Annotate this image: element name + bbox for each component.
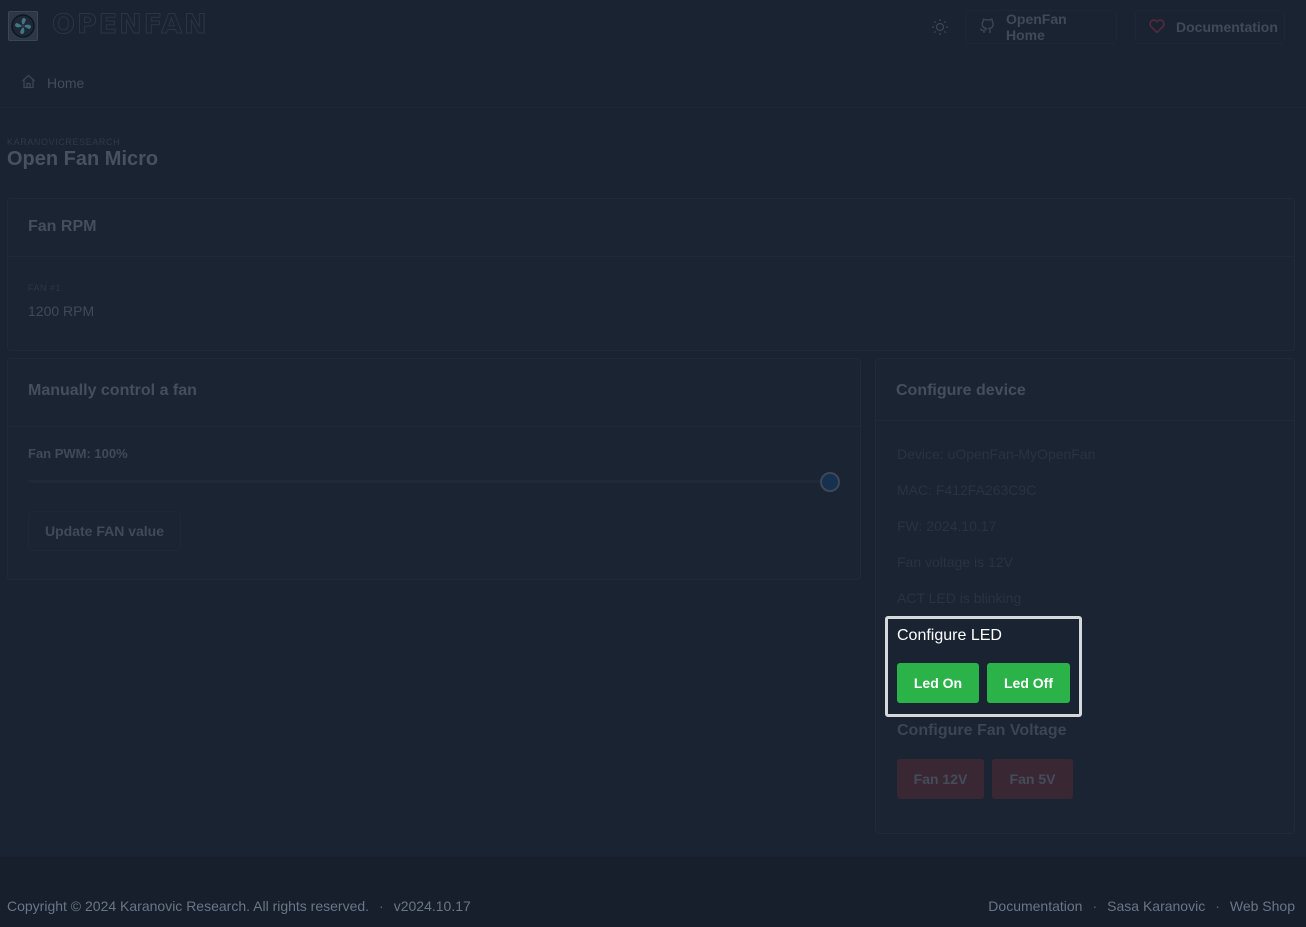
nav-openfan-home[interactable]: OpenFan Home bbox=[965, 10, 1117, 44]
nav-openfan-home-label: OpenFan Home bbox=[1006, 11, 1067, 43]
organization-label: KARANOVICRESEARCH bbox=[7, 137, 121, 147]
breadcrumb-home[interactable]: Home bbox=[20, 73, 84, 93]
footer-link-documentation[interactable]: Documentation bbox=[988, 898, 1082, 914]
card-divider bbox=[8, 426, 860, 427]
fan-rpm-card: Fan RPM FAN #1 1200 RPM bbox=[7, 198, 1295, 351]
device-name-info: Device: uOpenFan-MyOpenFan bbox=[897, 446, 1096, 462]
configure-led-title: Configure LED bbox=[897, 627, 1002, 644]
home-icon bbox=[20, 73, 37, 93]
firmware-info: FW: 2024.10.17 bbox=[897, 518, 997, 534]
card-divider bbox=[8, 256, 1294, 257]
fan-voltage-info: Fan voltage is 12V bbox=[897, 554, 1013, 570]
fan-pwm-label: Fan PWM: 100% bbox=[28, 446, 128, 461]
footer-link-web-shop[interactable]: Web Shop bbox=[1230, 898, 1295, 914]
pwm-slider-thumb[interactable] bbox=[820, 472, 840, 492]
github-icon bbox=[978, 17, 996, 38]
fan-1-label: FAN #1 bbox=[28, 283, 62, 293]
brand-logo[interactable]: OPENFAN bbox=[52, 9, 209, 41]
manual-control-card: Manually control a fan Fan PWM: 100% Upd… bbox=[7, 358, 861, 580]
configure-fan-voltage-title: Configure Fan Voltage bbox=[897, 722, 1067, 739]
configure-led-section: Configure LED Led On Led Off bbox=[885, 616, 1082, 717]
update-fan-value-button[interactable]: Update FAN value bbox=[28, 511, 181, 551]
manual-control-title: Manually control a fan bbox=[28, 382, 197, 399]
footer-link-sasa-karanovic[interactable]: Sasa Karanovic bbox=[1107, 898, 1205, 914]
configure-device-title: Configure device bbox=[896, 382, 1026, 399]
top-navbar: OPENFAN OpenFan Home Documentation bbox=[0, 0, 1306, 54]
footer: Copyright © 2024 Karanovic Research. All… bbox=[0, 857, 1306, 927]
card-divider bbox=[876, 420, 1294, 421]
fan-logo-icon[interactable] bbox=[8, 11, 38, 41]
pwm-slider-track[interactable] bbox=[28, 480, 830, 483]
sun-icon[interactable] bbox=[929, 16, 951, 38]
act-led-info: ACT LED is blinking bbox=[897, 590, 1022, 606]
fan-1-rpm-value: 1200 RPM bbox=[28, 303, 95, 319]
footer-separator: · bbox=[1215, 898, 1220, 914]
footer-separator: · bbox=[379, 898, 384, 914]
nav-documentation[interactable]: Documentation bbox=[1135, 10, 1285, 44]
footer-separator: · bbox=[1092, 898, 1098, 914]
nav-documentation-label: Documentation bbox=[1176, 19, 1278, 35]
breadcrumb-home-label: Home bbox=[47, 75, 85, 91]
page-title: Open Fan Micro bbox=[7, 148, 159, 170]
led-off-button[interactable]: Led Off bbox=[987, 663, 1070, 703]
copyright-text: Copyright © 2024 Karanovic Research. All… bbox=[7, 898, 370, 914]
heart-icon bbox=[1148, 17, 1166, 38]
version-text: v2024.10.17 bbox=[393, 898, 471, 914]
fan-12v-button[interactable]: Fan 12V bbox=[897, 759, 984, 799]
fan-rpm-title: Fan RPM bbox=[28, 218, 97, 235]
breadcrumb: Home bbox=[0, 60, 1306, 108]
led-on-button[interactable]: Led On bbox=[897, 663, 979, 703]
fan-5v-button[interactable]: Fan 5V bbox=[992, 759, 1073, 799]
mac-address-info: MAC: F412FA263C9C bbox=[897, 482, 1037, 498]
